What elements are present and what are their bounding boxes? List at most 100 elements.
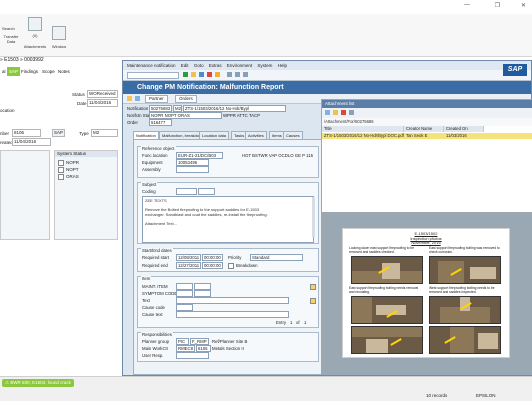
long-text-area[interactable]: ZEE TEXTS Remove the Bolted firepoofing … [142, 196, 314, 243]
inspection-photo [429, 256, 501, 284]
window-button[interactable] [52, 26, 66, 42]
func-location-desc: HGT BSTWR VAP OCDLO GE P 115 [242, 153, 313, 158]
notification-description[interactable]: ZTS-1/1503/2016/12 No-Hdr/Bypl [183, 105, 286, 112]
create-icon[interactable] [135, 96, 140, 101]
status-field[interactable]: WOReceived [87, 90, 118, 98]
order-label: Order [127, 120, 138, 125]
notification-type[interactable]: M2 [173, 105, 182, 112]
orders-button[interactable]: Orders [175, 95, 197, 103]
workctr-code-field[interactable]: 6106 [196, 345, 211, 352]
number-field[interactable]: 8106 [12, 129, 41, 137]
search-ribbon-button[interactable]: Search [2, 26, 15, 31]
user-resp-field[interactable] [176, 352, 209, 359]
checkbox-icon [58, 159, 64, 166]
req-start-date[interactable]: 12/08/2011 [176, 254, 201, 261]
cause-code-field[interactable] [176, 304, 193, 311]
workctr-field[interactable]: RMEC8 [176, 345, 195, 352]
menu-maintenance-notification[interactable]: Maintenance notification [127, 63, 176, 68]
assembly-field[interactable] [176, 166, 209, 173]
user-resp-label: User Resp. [142, 353, 164, 358]
text-scrollbar[interactable] [312, 197, 315, 237]
exit-icon[interactable] [215, 72, 220, 77]
menu-system[interactable]: System [257, 63, 272, 68]
cancel-icon[interactable] [207, 72, 212, 77]
coding-code-field[interactable] [176, 188, 197, 195]
status-option[interactable]: NOPR [58, 159, 114, 166]
req-end-date[interactable]: 12/27/2011 [176, 262, 201, 269]
table-row[interactable]: ZTS-1/1503/2016/12 No-Hdr/Bypl DOC.pdf T… [322, 133, 532, 139]
order-number[interactable]: 516477 [149, 119, 172, 126]
maint-item-label: MAINT. ITEM [142, 284, 168, 289]
find-icon[interactable] [235, 72, 240, 77]
menu-edit[interactable]: Edit [181, 63, 189, 68]
command-field[interactable] [127, 72, 179, 79]
counter-button[interactable]: (0) [28, 17, 42, 38]
minimize-button[interactable]: — [464, 2, 470, 8]
coding-label: Coding [142, 189, 156, 194]
document-icon [28, 17, 42, 31]
menu-goto[interactable]: Goto [194, 63, 204, 68]
document-page[interactable]: E-1503/1502 Inspection photos November, … [342, 228, 510, 358]
column-header-created[interactable]: Created On [444, 126, 484, 132]
save-icon[interactable] [191, 72, 196, 77]
cause-text-field[interactable] [176, 311, 289, 318]
symptom-code-field[interactable] [176, 290, 193, 297]
left-panel [0, 150, 50, 240]
close-button[interactable]: ✕ [521, 2, 526, 9]
status-option[interactable]: ORAS [58, 173, 114, 180]
status-option[interactable]: NOPT [58, 166, 114, 173]
entry-total: 1 [304, 320, 307, 325]
symptom-group-field[interactable] [194, 290, 211, 297]
photo-caption: East support fireproofing bolting was re… [429, 246, 500, 254]
transfer-data-button[interactable]: Transfer Data [0, 34, 22, 44]
maint-item-group[interactable] [194, 283, 211, 290]
item-long-text-icon[interactable] [310, 298, 316, 304]
open-folder-icon[interactable] [333, 110, 338, 115]
date-field[interactable]: 11/04/2016 [87, 99, 118, 107]
breakdown-checkbox[interactable] [228, 263, 234, 269]
menu-extras[interactable]: Extras [209, 63, 222, 68]
display-icon[interactable] [127, 96, 132, 101]
func-location-field[interactable]: EUR-Z1-21/DC/B03 [176, 152, 223, 159]
column-header-title[interactable]: Title [322, 126, 404, 132]
planner-group-field[interactable]: PIC [176, 338, 189, 345]
priority-select[interactable]: Standard [250, 254, 303, 261]
tab-scope[interactable]: Scope [40, 67, 57, 76]
help-icon[interactable] [243, 72, 248, 77]
back-icon[interactable] [199, 72, 204, 77]
column-header-creator[interactable]: Creator Name [404, 126, 444, 132]
item-detail-icon[interactable] [310, 284, 316, 290]
priority-label: Priority [228, 255, 242, 260]
date-label: Date [77, 101, 87, 106]
tab-notes[interactable]: Notes [56, 67, 72, 76]
coding-group-field[interactable] [198, 188, 215, 195]
menu-help[interactable]: Help [278, 63, 287, 68]
req-start-time[interactable]: 00:00:00 [202, 254, 223, 261]
created-field[interactable]: 11/04/2016 [12, 138, 51, 146]
partner-button[interactable]: Partner [145, 95, 168, 103]
maint-item-code[interactable] [176, 283, 193, 290]
attachments-button[interactable]: Attachments [22, 44, 48, 49]
enter-icon[interactable] [183, 72, 188, 77]
equipment-field[interactable]: 10053496 [176, 159, 209, 166]
photo-caption: Looking down east support fireproofing t… [349, 246, 415, 254]
menu-environment[interactable]: Environment [227, 63, 252, 68]
item-text-field[interactable] [176, 297, 289, 304]
req-end-time[interactable]: 00:00:00 [202, 262, 223, 269]
tab-findings[interactable]: Findings [19, 67, 40, 76]
delete-icon[interactable] [341, 110, 346, 115]
reference-object-group: Reference object Func.location EUR-Z1-21… [137, 146, 319, 178]
export-icon[interactable] [349, 110, 354, 115]
equipment-label: Equipment [142, 160, 163, 165]
planner-code-field[interactable]: F_RMP [190, 338, 209, 345]
workctr-label: Main WorkCtr [142, 346, 169, 351]
entry-of: of [296, 320, 300, 325]
display-attachment-icon[interactable] [325, 110, 330, 115]
print-icon[interactable] [227, 72, 232, 77]
restore-button[interactable]: ❐ [495, 2, 500, 9]
environment-label: EPSILON [476, 393, 496, 398]
notification-number[interactable]: 50275683 [149, 105, 172, 112]
type-field[interactable]: M2 [91, 129, 118, 137]
warning-badge[interactable]: ⚠ BWR 500, E1503, found crack [2, 379, 74, 387]
reference-object-title: Reference object [141, 146, 176, 151]
